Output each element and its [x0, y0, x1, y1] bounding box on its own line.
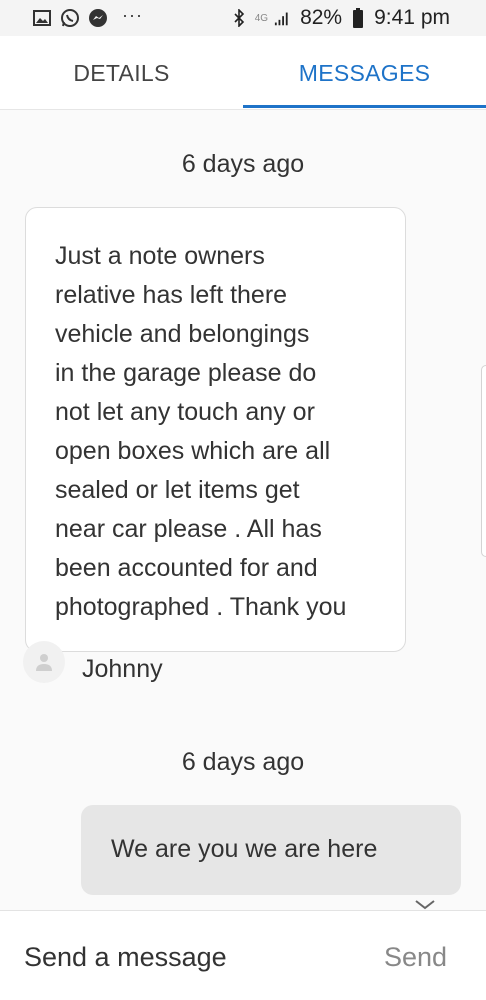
battery-icon [348, 8, 368, 28]
send-button[interactable]: Send [384, 937, 447, 977]
avatar [23, 641, 65, 683]
bluetooth-icon [229, 8, 249, 28]
incoming-message-bubble: Just a note owners relative has left the… [25, 207, 406, 652]
network-type: 4G [254, 12, 269, 24]
system-status: 4G 82% 9:41 pm [229, 6, 450, 30]
whatsapp-icon [60, 8, 80, 28]
notification-icons: ··· [32, 4, 143, 28]
message-timestamp: 6 days ago [181, 748, 305, 776]
more-notifications-icon: ··· [122, 4, 143, 25]
gallery-icon [32, 8, 52, 28]
battery-percent: 82% [300, 6, 343, 29]
signal-icon [274, 8, 294, 28]
side-panel-edge[interactable] [481, 365, 486, 557]
tab-bar: DETAILS MESSAGES [0, 36, 486, 110]
status-bar: ··· 4G 82% 9:41 pm [0, 0, 486, 36]
clock: 9:41 pm [374, 6, 450, 29]
outgoing-message-bubble: We are you we are here [81, 805, 461, 895]
messenger-icon [88, 8, 108, 28]
message-timestamp: 6 days ago [181, 150, 305, 178]
tab-details[interactable]: DETAILS [0, 36, 243, 110]
message-input[interactable] [24, 937, 354, 977]
user-icon [36, 654, 52, 671]
sender-name: Johnny [82, 655, 163, 683]
message-composer: Send [0, 910, 486, 1000]
active-tab-indicator [243, 105, 486, 108]
tab-messages[interactable]: MESSAGES [243, 36, 486, 110]
chevron-down-icon[interactable] [414, 900, 436, 910]
